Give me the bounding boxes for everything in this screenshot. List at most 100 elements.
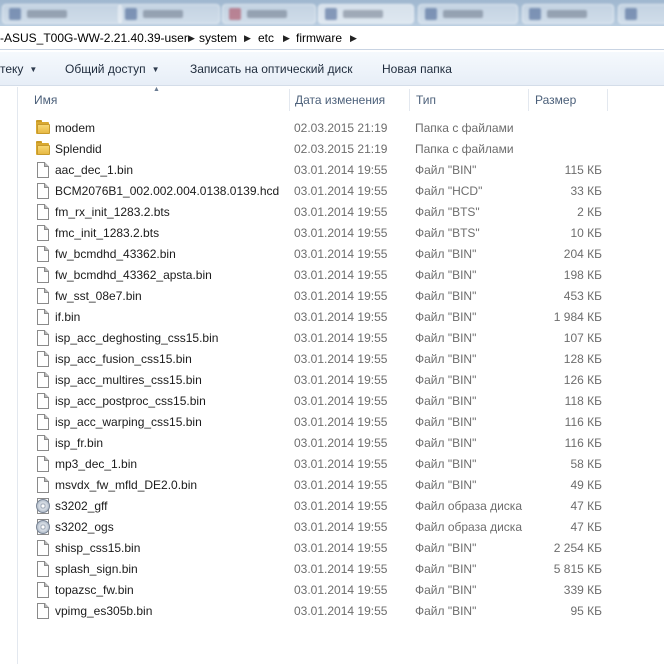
file-date-modified: 03.01.2014 19:55 bbox=[294, 457, 388, 471]
file-row[interactable]: fw_bcmdhd_43362.bin 03.01.2014 19:55 Файл … bbox=[19, 244, 664, 265]
column-name[interactable]: Имя bbox=[34, 87, 290, 113]
column-divider[interactable] bbox=[528, 89, 529, 111]
file-size: 10 КБ bbox=[570, 226, 602, 240]
file-date-modified: 03.01.2014 19:55 bbox=[294, 373, 388, 387]
file-row[interactable]: fm_rx_init_1283.2.bts 03.01.2014 19:55 Фай… bbox=[19, 202, 664, 223]
column-size-label: Размер bbox=[535, 93, 577, 107]
file-name: BCM2076B1_002.002.004.0138.0139.hcd bbox=[55, 184, 280, 198]
file-row[interactable]: isp_acc_multires_css15.bin 03.01.2014 19:… bbox=[19, 370, 664, 391]
file-name: mp3_dec_1.bin bbox=[55, 457, 138, 471]
breadcrumb-firmware[interactable]: firmware bbox=[296, 26, 342, 50]
blurred-label bbox=[547, 10, 587, 18]
taskbar-tab[interactable] bbox=[118, 4, 220, 24]
taskbar-strip bbox=[0, 0, 664, 26]
file-size: 128 КБ bbox=[563, 352, 602, 366]
taskbar-tab[interactable] bbox=[222, 4, 316, 24]
chevron-right-icon[interactable]: ▶ bbox=[283, 26, 290, 50]
navigation-pane[interactable] bbox=[0, 87, 18, 664]
app-icon bbox=[325, 8, 337, 20]
taskbar-tab[interactable] bbox=[418, 4, 518, 24]
breadcrumb-device[interactable]: -ASUS_T00G-WW-2.21.40.39-user bbox=[0, 26, 188, 50]
column-divider[interactable] bbox=[289, 89, 290, 111]
file-row[interactable]: msvdx_fw_mfld_DE2.0.bin 03.01.2014 19:55 Ф… bbox=[19, 475, 664, 496]
file-name: fw_bcmdhd_43362.bin bbox=[55, 247, 176, 261]
file-name: aac_dec_1.bin bbox=[55, 163, 134, 177]
file-row[interactable]: shisp_css15.bin 03.01.2014 19:55 Файл "BIN… bbox=[19, 538, 664, 559]
file-row[interactable]: aac_dec_1.bin 03.01.2014 19:55 Файл "BIN" 1… bbox=[19, 160, 664, 181]
file-date-modified: 02.03.2015 21:19 bbox=[294, 142, 388, 156]
file-row[interactable]: mp3_dec_1.bin 03.01.2014 19:55 Файл "BIN" 5… bbox=[19, 454, 664, 475]
file-name: isp_acc_postproc_css15.bin bbox=[55, 394, 206, 408]
file-date-modified: 03.01.2014 19:55 bbox=[294, 520, 388, 534]
file-name: fmc_init_1283.2.bts bbox=[55, 226, 160, 240]
file-row[interactable]: topazsc_fw.bin 03.01.2014 19:55 Файл "BIN"… bbox=[19, 580, 664, 601]
file-row[interactable]: fmc_init_1283.2.bts 03.01.2014 19:55 Файл … bbox=[19, 223, 664, 244]
file-size: 107 КБ bbox=[563, 331, 602, 345]
chevron-right-icon[interactable]: ▶ bbox=[350, 26, 357, 50]
organize-button[interactable]: теку ▼ bbox=[0, 52, 37, 86]
disc-icon bbox=[35, 519, 51, 536]
file-icon bbox=[35, 372, 51, 389]
column-type[interactable]: Тип bbox=[416, 87, 528, 113]
file-icon bbox=[35, 540, 51, 557]
share-label: Общий доступ bbox=[65, 62, 146, 76]
app-icon bbox=[529, 8, 541, 20]
file-row[interactable]: s3202_ogs 03.01.2014 19:55 Файл образа дис… bbox=[19, 517, 664, 538]
file-icon bbox=[35, 288, 51, 305]
file-row[interactable]: Splendid 02.03.2015 21:19 Папка с файлами bbox=[19, 139, 664, 160]
file-type: Файл "BIN" bbox=[415, 352, 477, 366]
taskbar-tab[interactable] bbox=[522, 4, 614, 24]
file-type: Файл "BIN" bbox=[415, 331, 477, 345]
file-name: Splendid bbox=[55, 142, 102, 156]
file-size: 47 КБ bbox=[570, 520, 602, 534]
file-date-modified: 03.01.2014 19:55 bbox=[294, 562, 388, 576]
file-size: 453 КБ bbox=[563, 289, 602, 303]
file-type: Файл "BIN" bbox=[415, 436, 477, 450]
file-row[interactable]: isp_acc_deghosting_css15.bin 03.01.2014 1… bbox=[19, 328, 664, 349]
file-row[interactable]: isp_acc_fusion_css15.bin 03.01.2014 19:55… bbox=[19, 349, 664, 370]
share-button[interactable]: Общий доступ ▼ bbox=[65, 52, 160, 86]
file-row[interactable]: isp_acc_warping_css15.bin 03.01.2014 19:5… bbox=[19, 412, 664, 433]
file-row[interactable]: isp_fr.bin 03.01.2014 19:55 Файл "BIN" 116 … bbox=[19, 433, 664, 454]
breadcrumb-system[interactable]: system bbox=[199, 26, 237, 50]
taskbar-tab[interactable] bbox=[2, 4, 122, 24]
taskbar-tab-active[interactable] bbox=[318, 4, 414, 24]
file-row[interactable]: s3202_gff 03.01.2014 19:55 Файл образа дис… bbox=[19, 496, 664, 517]
file-name: fw_bcmdhd_43362_apsta.bin bbox=[55, 268, 212, 282]
blurred-label bbox=[443, 10, 483, 18]
address-bar[interactable]: -ASUS_T00G-WW-2.21.40.39-user ▶ system ▶… bbox=[0, 26, 664, 50]
file-type: Файл "BIN" bbox=[415, 478, 477, 492]
file-date-modified: 03.01.2014 19:55 bbox=[294, 352, 388, 366]
file-row[interactable]: splash_sign.bin 03.01.2014 19:55 Файл "BIN… bbox=[19, 559, 664, 580]
file-size: 49 КБ bbox=[570, 478, 602, 492]
file-row[interactable]: isp_acc_postproc_css15.bin 03.01.2014 19:… bbox=[19, 391, 664, 412]
chevron-right-icon[interactable]: ▶ bbox=[244, 26, 251, 50]
column-size[interactable]: Размер bbox=[535, 87, 607, 113]
new-folder-button[interactable]: Новая папка bbox=[382, 52, 452, 86]
file-date-modified: 03.01.2014 19:55 bbox=[294, 289, 388, 303]
file-name: vpimg_es305b.bin bbox=[55, 604, 153, 618]
file-type: Файл "BIN" bbox=[415, 394, 477, 408]
column-date[interactable]: Дата изменения bbox=[295, 87, 411, 113]
taskbar-tab[interactable] bbox=[618, 4, 664, 24]
chevron-right-icon[interactable]: ▶ bbox=[188, 26, 195, 50]
file-type: Файл "BIN" bbox=[415, 457, 477, 471]
file-name: isp_acc_deghosting_css15.bin bbox=[55, 331, 219, 345]
file-row[interactable]: fw_sst_08e7.bin 03.01.2014 19:55 Файл "BIN… bbox=[19, 286, 664, 307]
burn-button[interactable]: Записать на оптический диск bbox=[190, 52, 353, 86]
file-row[interactable]: BCM2076B1_002.002.004.0138.0139.hcd 03.01… bbox=[19, 181, 664, 202]
file-type: Файл "BTS" bbox=[415, 226, 480, 240]
file-row[interactable]: vpimg_es305b.bin 03.01.2014 19:55 Файл "BI… bbox=[19, 601, 664, 622]
breadcrumb-etc[interactable]: etc bbox=[258, 26, 274, 50]
file-row[interactable]: modem 02.03.2015 21:19 Папка с файлами bbox=[19, 118, 664, 139]
file-date-modified: 03.01.2014 19:55 bbox=[294, 184, 388, 198]
column-divider[interactable] bbox=[409, 89, 410, 111]
file-icon bbox=[35, 603, 51, 620]
file-type: Файл образа диска bbox=[415, 520, 522, 534]
file-name: s3202_gff bbox=[55, 499, 108, 513]
blurred-label bbox=[143, 10, 183, 18]
file-row[interactable]: fw_bcmdhd_43362_apsta.bin 03.01.2014 19:5… bbox=[19, 265, 664, 286]
file-row[interactable]: if.bin 03.01.2014 19:55 Файл "BIN" 1 984 КБ bbox=[19, 307, 664, 328]
column-divider[interactable] bbox=[607, 89, 608, 111]
file-type: Файл "BIN" bbox=[415, 289, 477, 303]
